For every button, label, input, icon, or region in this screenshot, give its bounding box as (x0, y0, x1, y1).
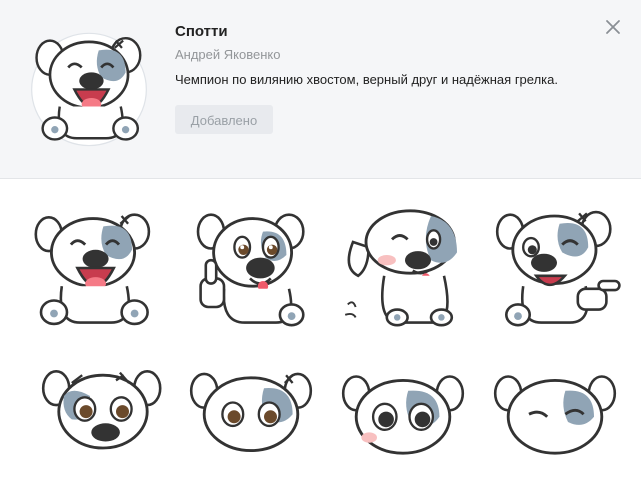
sticker-thumbs-up[interactable] (185, 203, 315, 333)
sticker-sitting-wink[interactable] (340, 203, 470, 333)
sticker-grid (0, 179, 641, 455)
sticker-scared[interactable] (338, 357, 468, 487)
added-button[interactable]: Добавлено (175, 105, 273, 134)
sticker-pack-preview (31, 32, 147, 147)
sticker-surprised-1[interactable] (38, 357, 168, 487)
close-icon[interactable] (604, 18, 622, 36)
sticker-laughing[interactable] (28, 203, 158, 333)
pack-title: Спотти (175, 23, 228, 40)
sticker-winking-point[interactable] (492, 203, 622, 333)
pack-description: Чемпион по вилянию хвостом, верный друг … (175, 72, 558, 87)
sticker-surprised-2[interactable] (186, 357, 316, 487)
pack-author[interactable]: Андрей Яковенко (175, 47, 280, 62)
sticker-smirk[interactable] (490, 357, 620, 487)
sticker-pack-header: Спотти Андрей Яковенко Чемпион по виляни… (0, 0, 641, 179)
